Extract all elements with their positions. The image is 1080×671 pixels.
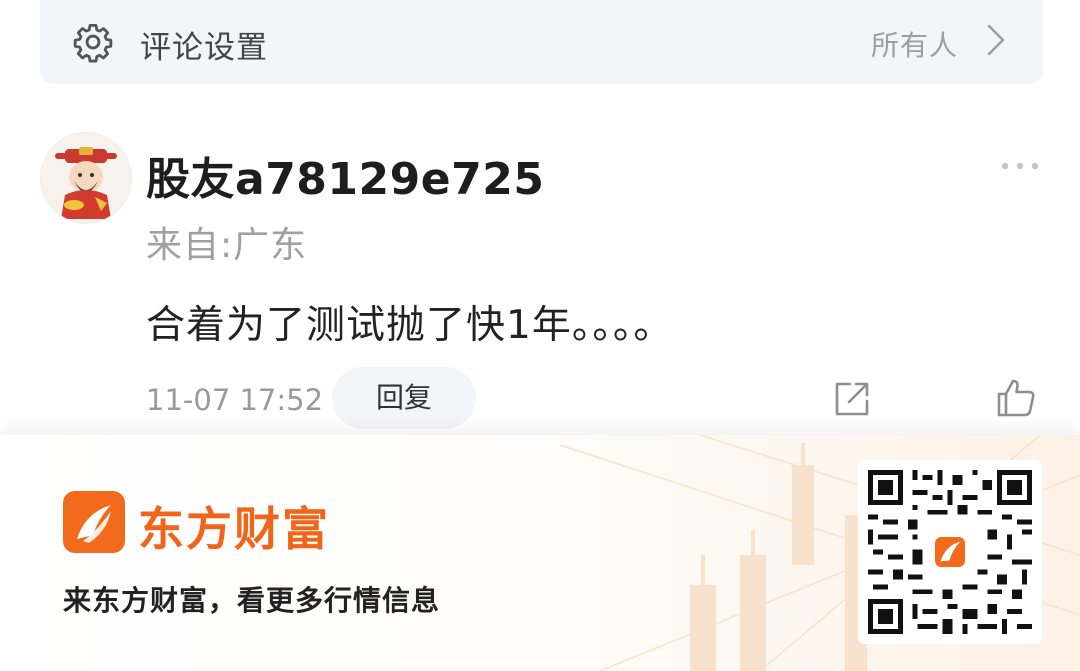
- user-location: 来自:广东: [146, 225, 308, 266]
- avatar[interactable]: [40, 132, 132, 224]
- comment-permission-value[interactable]: 所有人: [871, 24, 958, 64]
- comment-text: 合着为了测试抛了快1年。。。。: [146, 303, 674, 348]
- chevron-right-icon[interactable]: [983, 22, 1009, 58]
- brand-name: 东方财富: [138, 502, 330, 556]
- banner-slogan: 来东方财富，看更多行情信息: [63, 584, 441, 617]
- god-of-wealth-avatar: [55, 147, 117, 219]
- thumbs-up-icon[interactable]: [995, 377, 1037, 419]
- qr-code-image: [868, 470, 1032, 634]
- reply-button[interactable]: 回复: [332, 367, 476, 429]
- download-qr-code: [858, 460, 1042, 644]
- share-icon[interactable]: [832, 379, 872, 419]
- gear-icon: [73, 23, 113, 63]
- app-download-banner[interactable]: 东方财富 来东方财富，看更多行情信息: [0, 435, 1080, 671]
- eastmoney-logo-icon: [63, 491, 125, 553]
- username[interactable]: 股友a78129e725: [146, 143, 544, 207]
- comment-settings-label: 评论设置: [140, 30, 268, 66]
- more-dots-icon[interactable]: [999, 160, 1041, 172]
- comment-timestamp: 11-07 17:52: [146, 383, 324, 417]
